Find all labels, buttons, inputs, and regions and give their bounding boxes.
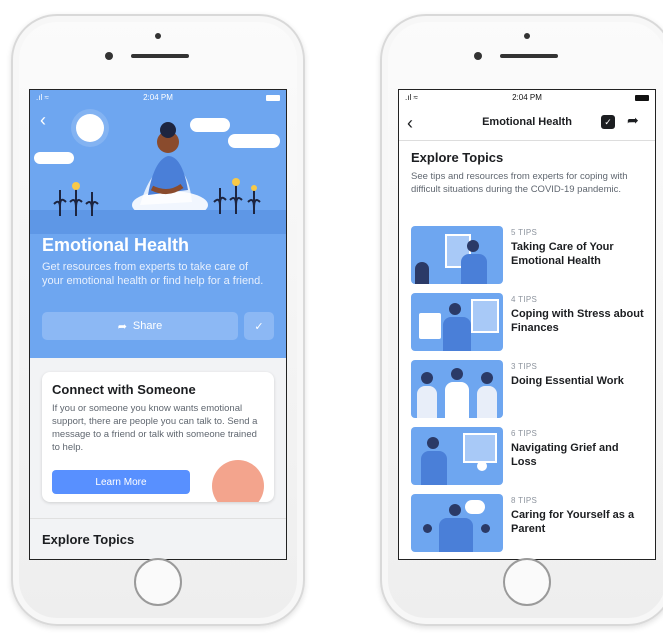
topic-title: Taking Care of Your Emotional Health — [511, 241, 614, 267]
topic-item[interactable]: 3 TIPS Doing Essential Work — [411, 360, 647, 418]
cloud-illustration — [34, 152, 74, 164]
signal-icon: .ıl ≈ — [36, 93, 49, 102]
share-label: Share — [132, 320, 163, 332]
topic-thumbnail — [411, 494, 503, 552]
share-arrow-icon: ➦ — [117, 320, 127, 333]
bookmark-check-icon[interactable]: ✓ — [601, 115, 615, 129]
topic-tips-count: 8 TIPS — [511, 496, 538, 505]
share-button[interactable]: ➦ Share — [42, 312, 238, 340]
hero-title: Emotional Health — [42, 235, 190, 255]
right-screen: .ıl ≈ 2:04 PM ‹ Emotional Health ✓ ➦ Exp… — [398, 89, 656, 560]
bookmark-check-icon: ✓ — [254, 320, 264, 333]
section-divider — [30, 518, 286, 519]
explore-topics-description: See tips and resources from experts for … — [411, 171, 628, 195]
proximity-sensor — [105, 52, 113, 60]
connect-card-description: If you or someone you know wants emotion… — [52, 403, 258, 453]
topic-title: Caring for Yourself as a Parent — [511, 509, 635, 535]
explore-topics-heading: Explore Topics — [42, 532, 135, 547]
left-screen: .ıl ≈ 2:04 PM ‹ Emotional Health Get res… — [29, 89, 287, 560]
save-button[interactable]: ✓ — [244, 312, 274, 340]
share-arrow-icon[interactable]: ➦ — [627, 112, 639, 129]
home-button[interactable] — [134, 558, 182, 606]
explore-topics-title: Explore Topics — [411, 150, 504, 165]
flowers-right-illustration — [213, 178, 261, 214]
status-bar: .ıl ≈ 2:04 PM — [399, 90, 655, 106]
back-chevron-icon[interactable]: ‹ — [40, 110, 46, 131]
right-phone-frame: .ıl ≈ 2:04 PM ‹ Emotional Health ✓ ➦ Exp… — [380, 14, 663, 626]
topic-thumbnail — [411, 293, 503, 351]
hero-banner: .ıl ≈ 2:04 PM ‹ Emotional Health Get res… — [30, 90, 286, 358]
connect-card-title: Connect with Someone — [52, 382, 196, 397]
topic-tips-count: 3 TIPS — [511, 362, 538, 371]
status-time: 2:04 PM — [512, 93, 542, 102]
connect-card: Connect with Someone If you or someone y… — [42, 372, 274, 502]
flowers-left-illustration — [53, 182, 99, 216]
topic-tips-count: 5 TIPS — [511, 228, 538, 237]
topic-thumbnail — [411, 427, 503, 485]
earpiece-speaker — [500, 54, 558, 58]
earpiece-speaker — [131, 54, 189, 58]
person-illustration — [132, 122, 208, 219]
topic-title: Navigating Grief and Loss — [511, 442, 619, 468]
status-time: 2:04 PM — [143, 93, 173, 102]
status-bar: .ıl ≈ 2:04 PM — [30, 90, 286, 106]
battery-icon — [266, 95, 280, 101]
topic-tips-count: 4 TIPS — [511, 295, 538, 304]
sun-illustration — [76, 114, 104, 142]
battery-icon — [635, 95, 649, 101]
navigation-bar: ‹ Emotional Health ✓ ➦ — [399, 106, 655, 141]
proximity-sensor — [474, 52, 482, 60]
front-camera — [155, 33, 161, 39]
topic-title: Doing Essential Work — [511, 375, 624, 387]
signal-icon: .ıl ≈ — [405, 93, 418, 102]
left-phone-frame: .ıl ≈ 2:04 PM ‹ Emotional Health Get res… — [11, 14, 305, 626]
topic-item[interactable]: 4 TIPS Coping with Stress about Finances — [411, 293, 647, 351]
front-camera — [524, 33, 530, 39]
hands-illustration — [212, 460, 264, 502]
topic-item[interactable]: 6 TIPS Navigating Grief and Loss — [411, 427, 647, 485]
cloud-illustration — [228, 134, 280, 148]
nav-title: Emotional Health — [482, 116, 572, 128]
topic-tips-count: 6 TIPS — [511, 429, 538, 438]
topic-thumbnail — [411, 226, 503, 284]
home-button[interactable] — [503, 558, 551, 606]
topic-title: Coping with Stress about Finances — [511, 308, 644, 334]
topic-item[interactable]: 8 TIPS Caring for Yourself as a Parent — [411, 494, 647, 552]
topic-thumbnail — [411, 360, 503, 418]
hero-description: Get resources from experts to take care … — [42, 261, 264, 287]
topic-item[interactable]: 5 TIPS Taking Care of Your Emotional Hea… — [411, 226, 647, 284]
learn-more-button[interactable]: Learn More — [52, 470, 190, 494]
